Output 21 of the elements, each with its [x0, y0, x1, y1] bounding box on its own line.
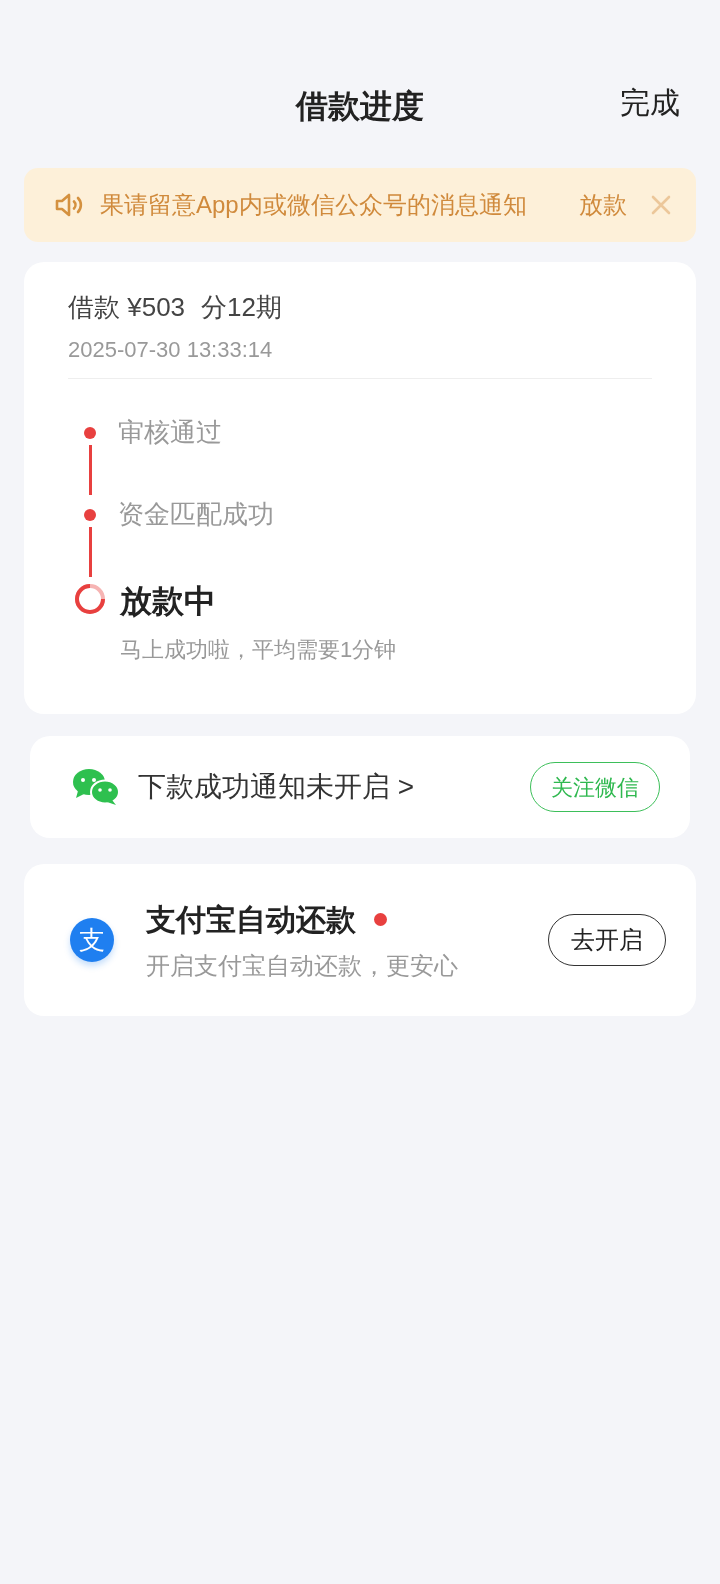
notice-text: 放款 [578, 190, 627, 220]
close-icon[interactable] [650, 194, 672, 216]
step-note: 马上成功啦，平均需要1分钟 [120, 636, 397, 664]
timeline-line [88, 445, 92, 495]
step-label: 资金匹配成功 [118, 498, 274, 531]
step-label: 审核通过 [118, 416, 222, 449]
loan-amount: 借款 ¥503 [68, 291, 186, 324]
timeline-line [88, 527, 92, 577]
loan-installments: 分12期 [201, 291, 282, 324]
chat-bubbles-icon [72, 768, 120, 806]
autopay-title: 支付宝自动还款 [146, 901, 356, 938]
payment-logo-icon: 支 [70, 918, 114, 962]
speaker-icon [54, 192, 84, 218]
autopay-subtitle: 开启支付宝自动还款，更安心 [146, 950, 459, 981]
page-title: 借款进度 [296, 87, 424, 126]
loan-time: 2025-07-30 13:33:14 [68, 333, 652, 379]
step-label: 放款中 [120, 582, 217, 621]
notification-link[interactable]: 下款成功通知未开启 > [138, 766, 530, 808]
progress-ring-icon [74, 583, 106, 615]
done-button[interactable]: 完成 [620, 80, 680, 125]
notice-text: 果请留意App内或微信公众号的消息通知 [100, 190, 527, 220]
